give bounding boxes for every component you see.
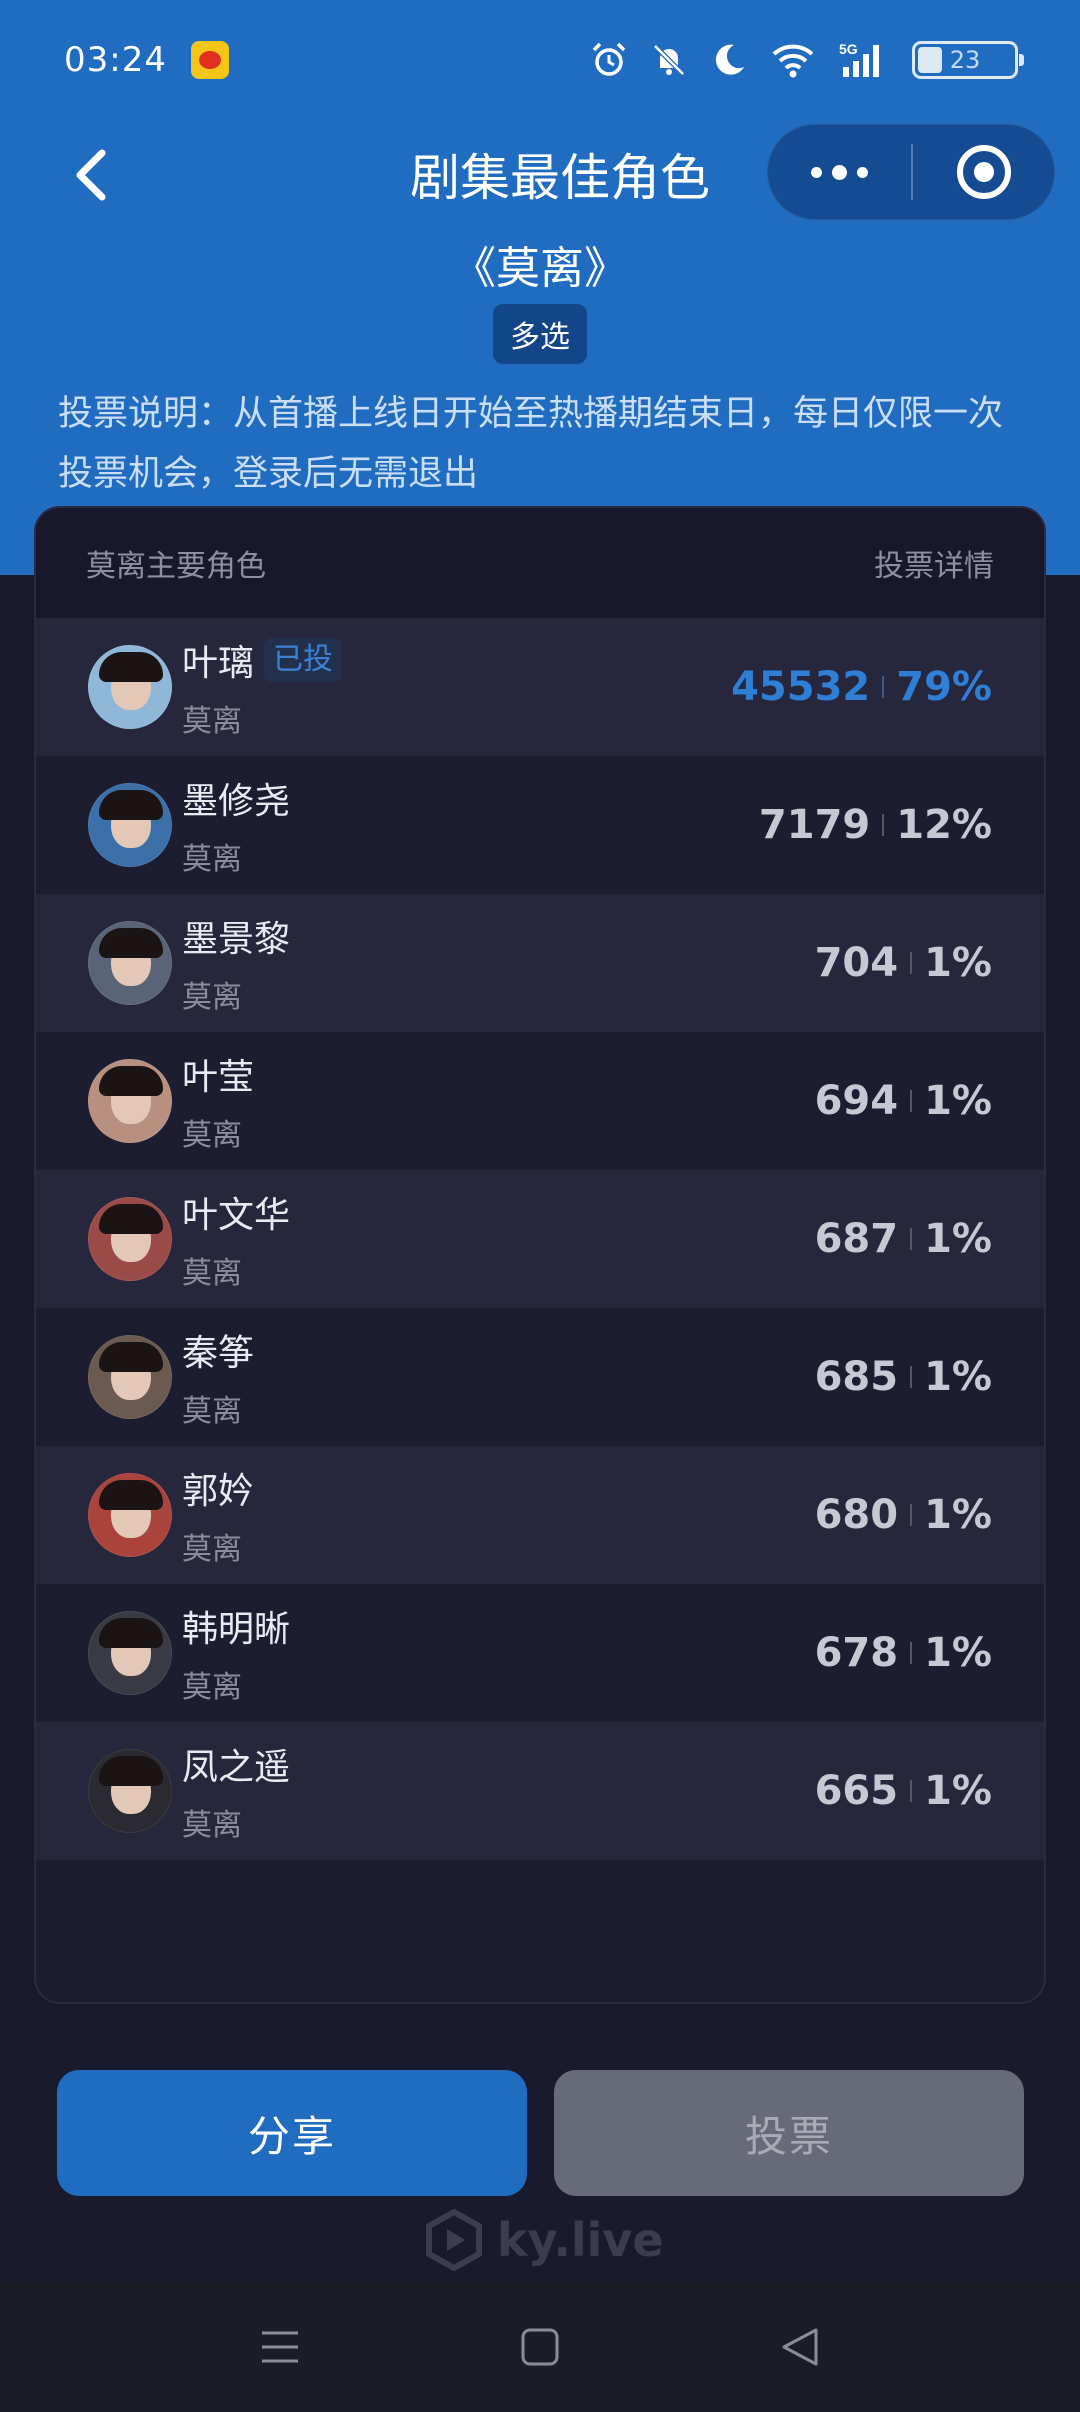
- stats-divider: [882, 814, 885, 836]
- battery-level: 23: [949, 46, 981, 74]
- vote-percent: 1%: [924, 1078, 992, 1124]
- vote-percent: 1%: [924, 1768, 992, 1814]
- role-show: 莫离: [182, 1532, 242, 1567]
- vote-percent: 1%: [924, 1492, 992, 1538]
- avatar: [88, 921, 172, 1005]
- stats-divider: [910, 1504, 913, 1526]
- menu-icon[interactable]: [258, 2325, 302, 2369]
- role-show: 莫离: [182, 842, 242, 877]
- stats-divider: [910, 1642, 913, 1664]
- avatar: [88, 645, 172, 729]
- role-list: 叶璃 已投 莫离 45532 79% 墨修尧 莫离 7179 12% 墨景黎 莫…: [36, 618, 1044, 1860]
- role-show: 莫离: [182, 1394, 242, 1429]
- role-name: 墨修尧: [182, 781, 291, 822]
- role-name: 郭妗: [182, 1471, 255, 1512]
- role-row[interactable]: 凤之遥 莫离 665 1%: [36, 1722, 1044, 1860]
- stats-divider: [910, 1366, 913, 1388]
- mute-icon: [653, 44, 685, 76]
- stats-divider: [910, 1780, 913, 1802]
- alarm-icon: [592, 42, 626, 76]
- svg-text:5G: 5G: [839, 41, 858, 57]
- list-header-left: 莫离主要角色: [86, 549, 266, 584]
- stats-divider: [910, 1090, 913, 1112]
- avatar: [88, 1749, 172, 1833]
- avatar: [88, 1335, 172, 1419]
- brand-text: ky.live: [497, 2213, 664, 2267]
- role-show: 莫离: [182, 980, 242, 1015]
- status-bar: 03:24 5G 23: [0, 0, 1080, 120]
- vote-percent: 79%: [896, 664, 992, 710]
- show-title: 《莫离》: [452, 243, 628, 294]
- play-logo-icon: [426, 2209, 482, 2271]
- vote-count: 680: [814, 1492, 899, 1538]
- vote-card: 莫离主要角色 投票详情 叶璃 已投 莫离 45532 79% 墨修尧 莫离 71…: [34, 506, 1046, 2004]
- more-dots-icon[interactable]: [768, 124, 911, 220]
- avatar: [88, 1473, 172, 1557]
- target-close-icon[interactable]: [913, 124, 1054, 220]
- role-row[interactable]: 韩明晰 莫离 678 1%: [36, 1584, 1044, 1722]
- role-row[interactable]: 叶璃 已投 莫离 45532 79%: [36, 618, 1044, 756]
- home-icon[interactable]: [518, 2325, 562, 2369]
- role-show: 莫离: [182, 1118, 242, 1153]
- role-show: 莫离: [182, 1808, 242, 1843]
- role-name: 叶璃: [182, 643, 255, 684]
- status-time: 03:24: [64, 40, 167, 80]
- role-row[interactable]: 叶文华 莫离 687 1%: [36, 1170, 1044, 1308]
- voted-badge: 已投: [264, 638, 343, 682]
- role-row[interactable]: 墨修尧 莫离 7179 12%: [36, 756, 1044, 894]
- vote-count: 45532: [731, 664, 871, 710]
- list-header-right: 投票详情: [874, 549, 994, 584]
- role-name: 叶文华: [182, 1195, 291, 1236]
- role-name: 秦筝: [182, 1333, 255, 1374]
- vote-count: 704: [814, 940, 899, 986]
- page-title: 剧集最佳角色: [410, 149, 710, 207]
- stats-divider: [882, 676, 885, 698]
- vote-count: 665: [814, 1768, 899, 1814]
- back-triangle-icon[interactable]: [778, 2325, 822, 2369]
- vote-count: 694: [814, 1078, 899, 1124]
- vote-button[interactable]: 投票: [554, 2070, 1024, 2196]
- stats-divider: [910, 952, 913, 974]
- role-name: 叶莹: [182, 1057, 255, 1098]
- role-row[interactable]: 叶莹 莫离 694 1%: [36, 1032, 1044, 1170]
- wifi-icon: [772, 44, 814, 78]
- role-show: 莫离: [182, 704, 242, 739]
- weibo-icon: [190, 41, 229, 79]
- avatar: [88, 1197, 172, 1281]
- vote-count: 685: [814, 1354, 899, 1400]
- multi-select-badge: 多选: [493, 304, 587, 364]
- avatar: [88, 1611, 172, 1695]
- vote-percent: 1%: [924, 940, 992, 986]
- brand-watermark: ky.live: [425, 2205, 664, 2275]
- vote-count: 678: [814, 1630, 899, 1676]
- vote-percent: 1%: [924, 1354, 992, 1400]
- 5g-signal-icon: 5G: [839, 41, 879, 77]
- avatar: [88, 783, 172, 867]
- vote-percent: 1%: [924, 1630, 992, 1676]
- role-show: 莫离: [182, 1256, 242, 1291]
- role-name: 墨景黎: [182, 919, 291, 960]
- vote-count: 7179: [758, 802, 871, 848]
- role-row[interactable]: 郭妗 莫离 680 1%: [36, 1446, 1044, 1584]
- role-show: 莫离: [182, 1670, 242, 1705]
- role-name: 韩明晰: [182, 1609, 291, 1650]
- role-row[interactable]: 秦筝 莫离 685 1%: [36, 1308, 1044, 1446]
- vote-percent: 12%: [896, 802, 992, 848]
- stats-divider: [910, 1228, 913, 1250]
- vote-percent: 1%: [924, 1216, 992, 1262]
- vote-description: 投票说明：从首播上线日开始至热播期结束日，每日仅限一次投票机会，登录后无需退出: [58, 394, 1004, 494]
- share-button[interactable]: 分享: [57, 2070, 527, 2196]
- role-name: 凤之遥: [182, 1747, 291, 1788]
- avatar: [88, 1059, 172, 1143]
- miniprogram-capsule: [767, 124, 1055, 220]
- role-row[interactable]: 墨景黎 莫离 704 1%: [36, 894, 1044, 1032]
- moon-icon: [715, 44, 744, 75]
- system-nav-bar: [0, 2282, 1080, 2412]
- card-header: 莫离主要角色 投票详情: [36, 508, 1044, 618]
- vote-count: 687: [814, 1216, 899, 1262]
- chevron-left-icon[interactable]: [66, 145, 118, 205]
- battery-icon: 23: [912, 41, 1024, 79]
